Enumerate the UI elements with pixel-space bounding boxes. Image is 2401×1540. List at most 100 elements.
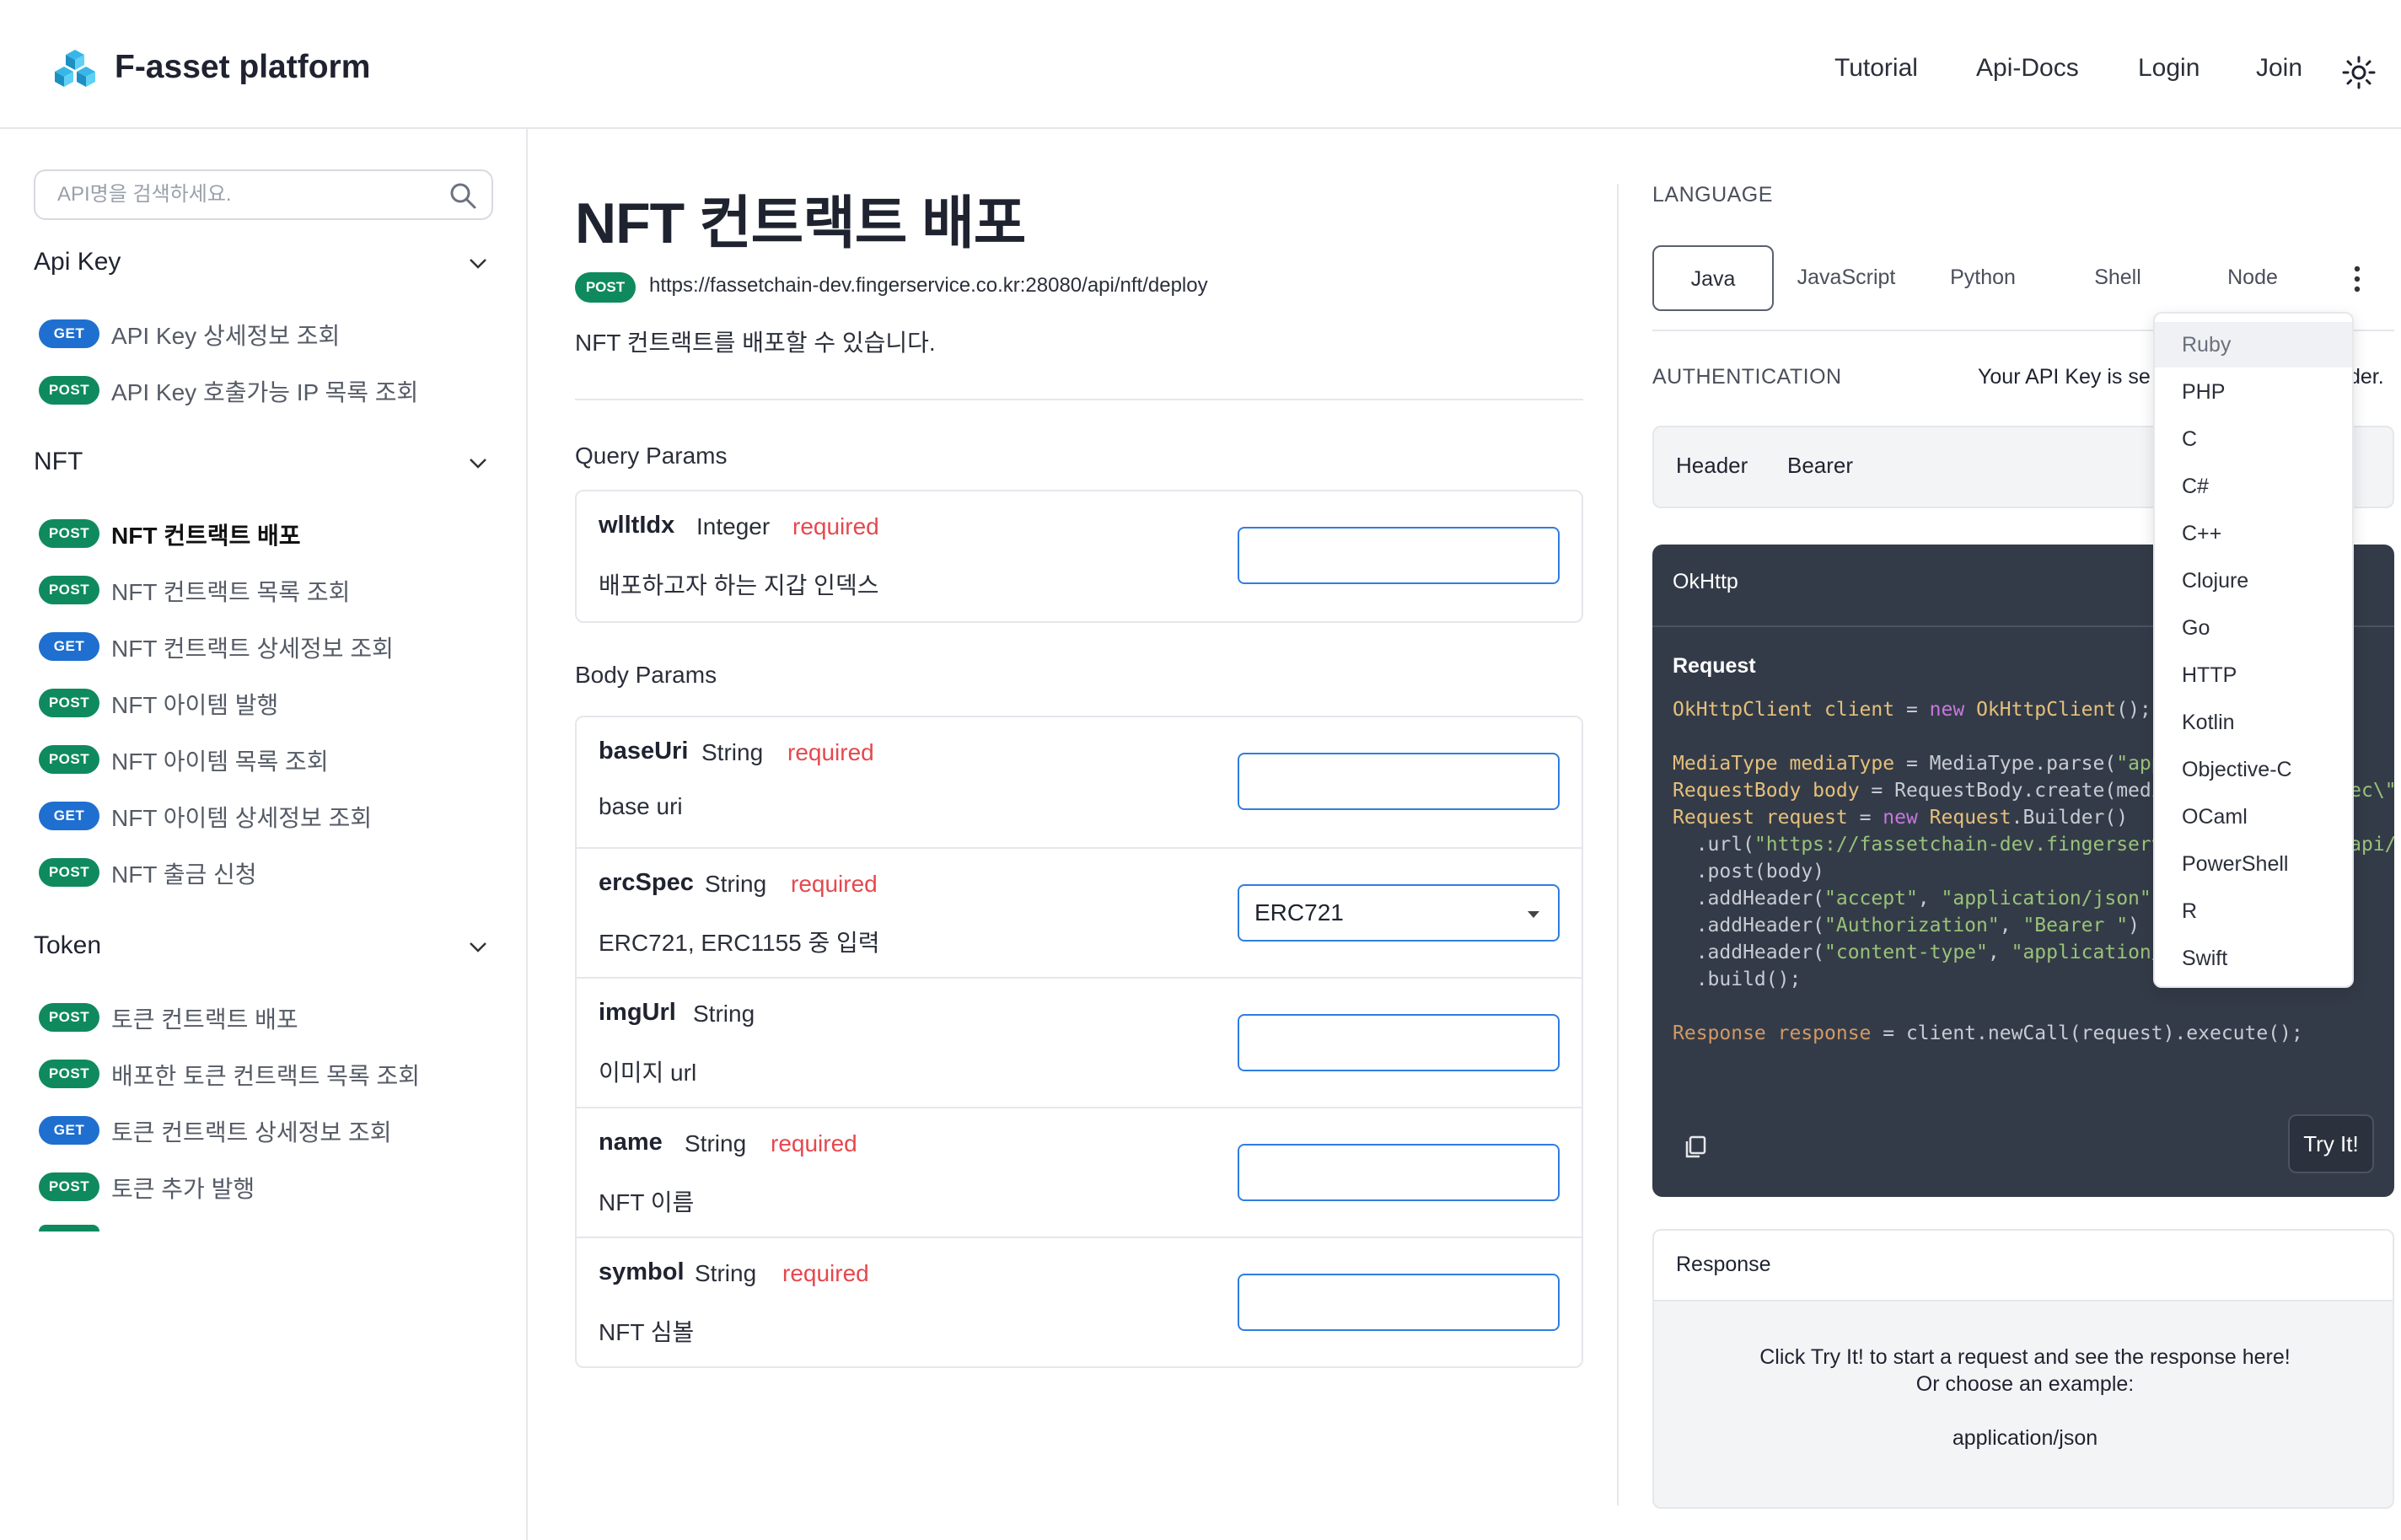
more-languages-menu: Ruby PHP C C# C++ Clojure Go HTTP Kotlin… — [2153, 312, 2354, 988]
menu-item-http[interactable]: HTTP — [2155, 652, 2352, 698]
try-it-button[interactable]: Try It! — [2288, 1114, 2374, 1173]
sidebar-item-token-deploy[interactable]: POST 토큰 컨트랙트 배포 — [39, 998, 511, 1037]
sidebar-item-label: NFT 아이템 상세정보 조회 — [111, 805, 373, 831]
chevron-down-icon[interactable] — [465, 934, 491, 959]
sidebar-item-nft-item-mint[interactable]: POST NFT 아이템 발행 — [39, 684, 511, 722]
tab-javascript[interactable]: JavaScript — [1784, 245, 1909, 311]
language-label: LANGUAGE — [1652, 183, 1773, 207]
param-required: required — [792, 513, 879, 539]
sidebar-item-label: 토큰 컨트랙트 배포 — [111, 1006, 298, 1033]
nav-login[interactable]: Login — [2138, 54, 2200, 83]
menu-item-objective-c[interactable]: Objective-C — [2155, 747, 2352, 792]
response-message-2: Or choose an example: — [1915, 1372, 2135, 1396]
menu-item-kotlin[interactable]: Kotlin — [2155, 700, 2352, 745]
group-title-token[interactable]: Token — [34, 931, 101, 960]
sidebar-item-nft-item-detail[interactable]: GET NFT 아이템 상세정보 조회 — [39, 797, 511, 835]
page-description: NFT 컨트랙트를 배포할 수 있습니다. — [575, 330, 936, 356]
sun-icon[interactable] — [2342, 56, 2376, 89]
wlltidx-input[interactable] — [1238, 527, 1560, 584]
app-title[interactable]: F-asset platform — [115, 49, 370, 86]
baseuri-input[interactable] — [1238, 753, 1560, 810]
menu-item-php[interactable]: PHP — [2155, 369, 2352, 415]
menu-item-cpp[interactable]: C++ — [2155, 511, 2352, 556]
sidebar-item-nft-withdraw[interactable]: POST NFT 출금 신청 — [39, 853, 511, 892]
sidebar-item-nft-deploy[interactable]: POST NFT 컨트랙트 배포 — [39, 514, 511, 553]
search-input[interactable] — [56, 171, 443, 218]
name-input[interactable] — [1238, 1144, 1560, 1201]
param-name: imgUrl — [599, 999, 676, 1026]
sidebar-item-label: 토큰 추가 발행 — [111, 1176, 255, 1202]
sidebar-item-label: NFT 아이템 목록 조회 — [111, 749, 329, 775]
tab-shell[interactable]: Shell — [2055, 245, 2180, 311]
sidebar-item-nft-contract-list[interactable]: POST NFT 컨트랙트 목록 조회 — [39, 571, 511, 609]
imgurl-input[interactable] — [1238, 1014, 1560, 1071]
post-badge: POST — [39, 745, 99, 774]
sidebar-item-api-key-ip-list[interactable]: POST API Key 호출가능 IP 목록 조회 — [39, 371, 511, 410]
copy-icon[interactable] — [1683, 1135, 1708, 1160]
sidebar-item-nft-item-list[interactable]: POST NFT 아이템 목록 조회 — [39, 740, 511, 779]
sidebar-item-token-contract-list[interactable]: POST 배포한 토큰 컨트랙트 목록 조회 — [39, 1054, 511, 1093]
sidebar-item-label: NFT 컨트랙트 목록 조회 — [111, 579, 351, 605]
sidebar-item-token-mint[interactable]: POST 토큰 추가 발행 — [39, 1167, 511, 1206]
sidebar-item-token-contract-detail[interactable]: GET 토큰 컨트랙트 상세정보 조회 — [39, 1111, 511, 1150]
param-desc: NFT 심볼 — [599, 1319, 695, 1345]
response-example-link[interactable]: application/json — [1654, 1426, 2393, 1451]
get-badge: GET — [39, 632, 99, 661]
auth-header-value[interactable]: Bearer — [1787, 453, 1853, 479]
tab-python[interactable]: Python — [1920, 245, 2045, 311]
group-title-nft[interactable]: NFT — [34, 448, 83, 476]
menu-item-ocaml[interactable]: OCaml — [2155, 794, 2352, 840]
endpoint-url: https://fassetchain-dev.fingerservice.co… — [649, 274, 1208, 297]
param-type: Integer — [696, 513, 771, 539]
auth-note: Your API Key is se — [1978, 365, 2151, 389]
menu-item-go[interactable]: Go — [2155, 605, 2352, 651]
top-header: F-asset platform Tutorial Api-Docs Login… — [0, 0, 2401, 129]
divider — [575, 399, 1583, 400]
param-name: ercSpec — [599, 869, 694, 896]
search-icon[interactable] — [449, 181, 477, 210]
get-badge: GET — [39, 319, 99, 348]
tab-node[interactable]: Node — [2190, 245, 2315, 311]
code-title: OkHttp — [1673, 570, 1738, 593]
sidebar-item-api-key-detail[interactable]: GET API Key 상세정보 조회 — [39, 314, 511, 353]
param-row-baseuri: baseUri String required base uri — [577, 717, 1582, 847]
param-name: name — [599, 1129, 663, 1156]
param-desc: NFT 이름 — [599, 1189, 695, 1215]
post-badge: POST — [39, 519, 99, 548]
menu-item-c[interactable]: C — [2155, 416, 2352, 462]
param-required: required — [791, 871, 878, 897]
select-value: ERC721 — [1254, 899, 1344, 926]
more-vertical-icon[interactable] — [2349, 264, 2366, 294]
menu-item-r[interactable]: R — [2155, 888, 2352, 934]
sidebar-item-label: NFT 아이템 발행 — [111, 692, 279, 718]
menu-item-swift[interactable]: Swift — [2155, 936, 2352, 981]
chevron-down-icon[interactable] — [465, 250, 491, 276]
sidebar-item-nft-contract-detail[interactable]: GET NFT 컨트랙트 상세정보 조회 — [39, 627, 511, 666]
symbol-input[interactable] — [1238, 1274, 1560, 1331]
chevron-down-icon[interactable] — [465, 450, 491, 475]
menu-item-csharp[interactable]: C# — [2155, 464, 2352, 509]
menu-item-clojure[interactable]: Clojure — [2155, 558, 2352, 604]
group-title-api-key[interactable]: Api Key — [34, 248, 121, 276]
nav-tutorial[interactable]: Tutorial — [1834, 54, 1918, 83]
menu-item-powershell[interactable]: PowerShell — [2155, 841, 2352, 887]
column-divider — [1617, 184, 1619, 1505]
param-required: required — [787, 739, 874, 765]
menu-item-ruby[interactable]: Ruby — [2155, 322, 2352, 368]
param-required: required — [771, 1130, 857, 1156]
param-name: baseUri — [599, 738, 689, 765]
body-params-box: baseUri String required base uri ercSpec… — [575, 716, 1583, 1368]
get-badge: GET — [39, 802, 99, 830]
response-message: Click Try It! to start a request and see… — [1759, 1345, 2291, 1369]
main-content: NFT 컨트랙트 배포 POST https://fassetchain-dev… — [529, 129, 1617, 1540]
nav-api-docs[interactable]: Api-Docs — [1976, 54, 2079, 83]
body-params-title: Body Params — [575, 662, 717, 688]
param-row-imgurl: imgUrl String 이미지 url — [577, 977, 1582, 1107]
sidebar-item-label: 토큰 컨트랙트 상세정보 조회 — [111, 1119, 392, 1146]
get-badge: GET — [39, 1116, 99, 1145]
logo-icon[interactable] — [52, 46, 98, 92]
ercspec-select[interactable]: ERC721 — [1238, 884, 1560, 942]
nav-join[interactable]: Join — [2256, 54, 2302, 83]
tab-java[interactable]: Java — [1652, 245, 1774, 311]
search-box — [34, 169, 493, 220]
